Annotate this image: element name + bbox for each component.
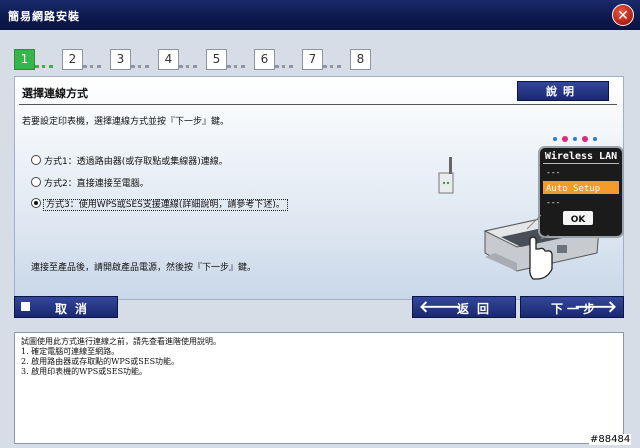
- step-number: 2: [62, 49, 83, 70]
- close-button[interactable]: ✕: [612, 4, 634, 26]
- help-button[interactable]: 說明: [517, 81, 609, 101]
- radio-button[interactable]: [31, 177, 41, 187]
- watermark-id: #88484: [589, 434, 632, 445]
- option-1-label: 方式1：透過路由器(或存取點或集線器)連線。: [44, 157, 228, 167]
- step-dots: [323, 61, 341, 68]
- option-1-radio[interactable]: 方式1：透過路由器(或存取點或集線器)連線。: [31, 154, 228, 167]
- step-number: 8: [350, 49, 371, 70]
- info-line: 3. 啟用印表機的WPS或SES功能。: [21, 367, 148, 376]
- step-dots: [131, 61, 149, 68]
- title-divider: [19, 104, 617, 105]
- step-number: 4: [158, 49, 179, 70]
- next-button[interactable]: 下一步 🡒: [520, 296, 624, 318]
- option-2-radio[interactable]: 方式2：直接連接至電腦。: [31, 176, 149, 189]
- back-label: 返回: [457, 302, 498, 316]
- menu-header: Wireless LAN: [545, 150, 617, 162]
- step-number: 1: [14, 49, 35, 70]
- menu-item-1: ---: [546, 168, 560, 177]
- option-3-label: 方式3：使用WPS或SES支援連線(詳細說明，請參考下述)。: [43, 199, 288, 211]
- step-number: 6: [254, 49, 275, 70]
- wireless-menu-panel: Wireless LAN --- Auto Setup --- OK: [538, 146, 624, 238]
- menu-item-3: ---: [546, 198, 560, 207]
- wizard-body: 1 2 3 4 5 6 7 8 選擇連線方式 說明 若要設定印表機，選擇連線方式…: [0, 30, 640, 448]
- arrow-right-icon: 🡒: [574, 297, 617, 316]
- step-dots: [227, 61, 245, 68]
- step-number: 5: [206, 49, 227, 70]
- step-number: 7: [302, 49, 323, 70]
- cancel-button[interactable]: 取消: [14, 296, 118, 318]
- connection-method-panel: 選擇連線方式 說明 若要設定印表機，選擇連線方式並按『下一步』鍵。 方式1：透過…: [14, 76, 624, 300]
- window-title: 簡易網路安裝: [8, 10, 80, 23]
- arrow-left-icon: 🡐: [419, 297, 462, 316]
- close-icon: ✕: [617, 8, 629, 24]
- step-number: 3: [110, 49, 131, 70]
- radio-button-selected[interactable]: [31, 198, 41, 208]
- printer-wps-illustration: Wireless LAN --- Auto Setup --- OK: [438, 136, 624, 280]
- instruction-text: 若要設定印表機，選擇連線方式並按『下一步』鍵。: [22, 117, 230, 127]
- menu-item-auto-setup: Auto Setup: [546, 184, 600, 194]
- stop-icon: [21, 302, 30, 311]
- access-point-icon: [438, 157, 454, 194]
- cancel-label: 取消: [55, 302, 96, 316]
- indicator-dots-icon: [553, 136, 597, 142]
- info-text-box[interactable]: 試圖使用此方式進行連線之前，請先查看進階使用說明。 1. 確定電腦可連線至網路。…: [14, 332, 624, 444]
- menu-ok-button: OK: [571, 215, 587, 225]
- option-3-radio[interactable]: 方式3：使用WPS或SES支援連線(詳細說明，請參考下述)。: [31, 197, 288, 211]
- option-2-label: 方式2：直接連接至電腦。: [44, 179, 149, 189]
- step-dots: [35, 61, 53, 68]
- step-dots: [83, 61, 101, 68]
- back-button[interactable]: 🡐 返回: [412, 296, 516, 318]
- panel-title: 選擇連線方式: [22, 87, 88, 100]
- radio-button[interactable]: [31, 155, 41, 165]
- title-bar: 簡易網路安裝 ✕: [0, 0, 640, 30]
- step-dots: [275, 61, 293, 68]
- step-dots: [179, 61, 197, 68]
- post-connect-instruction: 連接至產品後，請開啟產品電源，然後按『下一步』鍵。: [31, 263, 257, 273]
